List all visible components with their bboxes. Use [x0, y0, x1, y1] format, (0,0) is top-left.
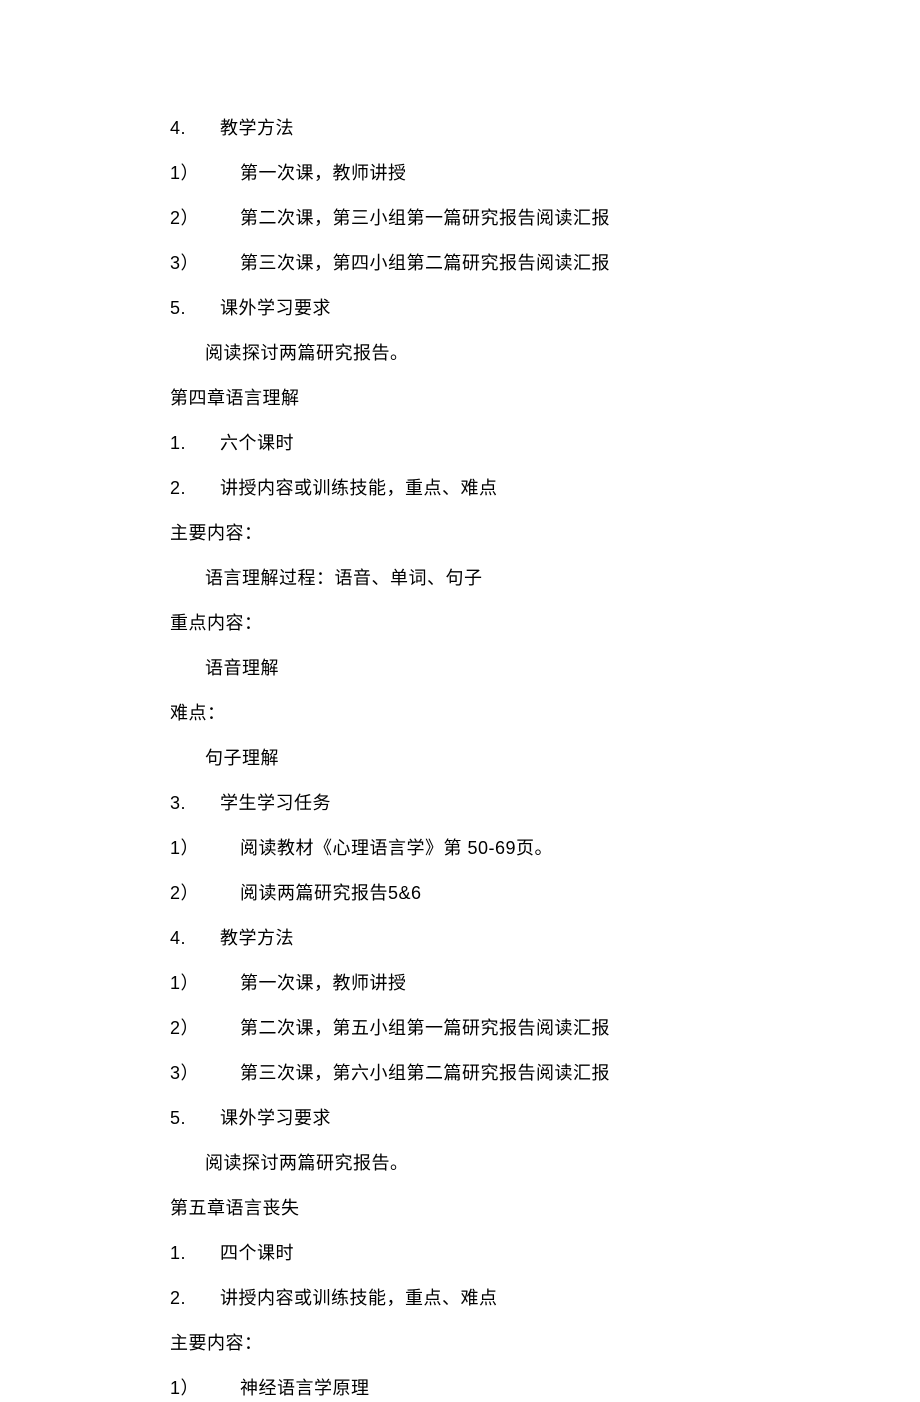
- text-content: 神经语言学原理: [240, 1378, 370, 1398]
- text-line: 重点内容：: [170, 610, 920, 637]
- text-line: 语音理解: [170, 655, 920, 682]
- text-line: 1）第一次课，教师讲授: [170, 160, 920, 187]
- list-marker: 4.: [170, 925, 220, 952]
- list-marker: 2.: [170, 475, 220, 502]
- text-content: 阅读两篇研究报告5&6: [240, 883, 422, 903]
- text-content: 重点内容：: [170, 613, 263, 633]
- list-marker: 1）: [170, 1375, 240, 1402]
- text-line: 第五章语言丧失: [170, 1195, 920, 1222]
- text-content: 第二次课，第五小组第一篇研究报告阅读汇报: [240, 1018, 610, 1038]
- text-content: 语音理解: [205, 658, 279, 678]
- text-line: 阅读探讨两篇研究报告。: [170, 340, 920, 367]
- list-marker: 3）: [170, 250, 240, 277]
- text-line: 1）阅读教材《心理语言学》第 50-69页。: [170, 835, 920, 862]
- text-line: 2）阅读两篇研究报告5&6: [170, 880, 920, 907]
- text-content: 阅读探讨两篇研究报告。: [205, 343, 409, 363]
- text-line: 语言理解过程：语音、单词、句子: [170, 565, 920, 592]
- text-line: 1）第一次课，教师讲授: [170, 970, 920, 997]
- text-content: 第三次课，第四小组第二篇研究报告阅读汇报: [240, 253, 610, 273]
- list-marker: 1）: [170, 160, 240, 187]
- document-body: 4. 教学方法1）第一次课，教师讲授2）第二次课，第三小组第一篇研究报告阅读汇报…: [170, 115, 920, 1402]
- list-marker: 3）: [170, 1060, 240, 1087]
- list-marker: 5.: [170, 295, 220, 322]
- list-marker: 2）: [170, 205, 240, 232]
- text-line: 2）第二次课，第三小组第一篇研究报告阅读汇报: [170, 205, 920, 232]
- text-content: 阅读探讨两篇研究报告。: [205, 1153, 409, 1173]
- text-line: 2. 讲授内容或训练技能，重点、难点: [170, 1285, 920, 1312]
- text-content: 第一次课，教师讲授: [240, 163, 407, 183]
- text-line: 1. 四个课时: [170, 1240, 920, 1267]
- list-marker: 2）: [170, 880, 240, 907]
- text-content: 讲授内容或训练技能，重点、难点: [220, 1288, 498, 1308]
- text-line: 5. 课外学习要求: [170, 1105, 920, 1132]
- text-content: 第三次课，第六小组第二篇研究报告阅读汇报: [240, 1063, 610, 1083]
- text-content: 第一次课，教师讲授: [240, 973, 407, 993]
- text-line: 3）第三次课，第六小组第二篇研究报告阅读汇报: [170, 1060, 920, 1087]
- text-content: 教学方法: [220, 928, 294, 948]
- list-marker: 1）: [170, 835, 240, 862]
- text-content: 第二次课，第三小组第一篇研究报告阅读汇报: [240, 208, 610, 228]
- text-content: 学生学习任务: [220, 793, 331, 813]
- text-content: 语言理解过程：语音、单词、句子: [205, 568, 483, 588]
- text-line: 主要内容：: [170, 520, 920, 547]
- list-marker: 1）: [170, 970, 240, 997]
- text-content: 难点：: [170, 703, 226, 723]
- text-line: 4. 教学方法: [170, 115, 920, 142]
- text-line: 3. 学生学习任务: [170, 790, 920, 817]
- list-marker: 4.: [170, 115, 220, 142]
- text-content: 讲授内容或训练技能，重点、难点: [220, 478, 498, 498]
- text-line: 3）第三次课，第四小组第二篇研究报告阅读汇报: [170, 250, 920, 277]
- text-content: 主要内容：: [170, 1333, 263, 1353]
- text-content: 六个课时: [220, 433, 294, 453]
- text-line: 难点：: [170, 700, 920, 727]
- list-marker: 1.: [170, 430, 220, 457]
- text-line: 句子理解: [170, 745, 920, 772]
- text-content: 课外学习要求: [220, 1108, 331, 1128]
- text-content: 主要内容：: [170, 523, 263, 543]
- list-marker: 1.: [170, 1240, 220, 1267]
- list-marker: 2.: [170, 1285, 220, 1312]
- text-content: 教学方法: [220, 118, 294, 138]
- text-line: 第四章语言理解: [170, 385, 920, 412]
- list-marker: 5.: [170, 1105, 220, 1132]
- text-line: 主要内容：: [170, 1330, 920, 1357]
- list-marker: 2）: [170, 1015, 240, 1042]
- text-content: 课外学习要求: [220, 298, 331, 318]
- list-marker: 3.: [170, 790, 220, 817]
- text-line: 阅读探讨两篇研究报告。: [170, 1150, 920, 1177]
- text-line: 1）神经语言学原理: [170, 1375, 920, 1402]
- text-line: 5. 课外学习要求: [170, 295, 920, 322]
- text-line: 2）第二次课，第五小组第一篇研究报告阅读汇报: [170, 1015, 920, 1042]
- text-line: 1. 六个课时: [170, 430, 920, 457]
- text-content: 第五章语言丧失: [170, 1198, 300, 1218]
- text-line: 2. 讲授内容或训练技能，重点、难点: [170, 475, 920, 502]
- text-content: 第四章语言理解: [170, 388, 300, 408]
- text-content: 阅读教材《心理语言学》第 50-69页。: [240, 838, 553, 858]
- text-content: 句子理解: [205, 748, 279, 768]
- text-content: 四个课时: [220, 1243, 294, 1263]
- text-line: 4. 教学方法: [170, 925, 920, 952]
